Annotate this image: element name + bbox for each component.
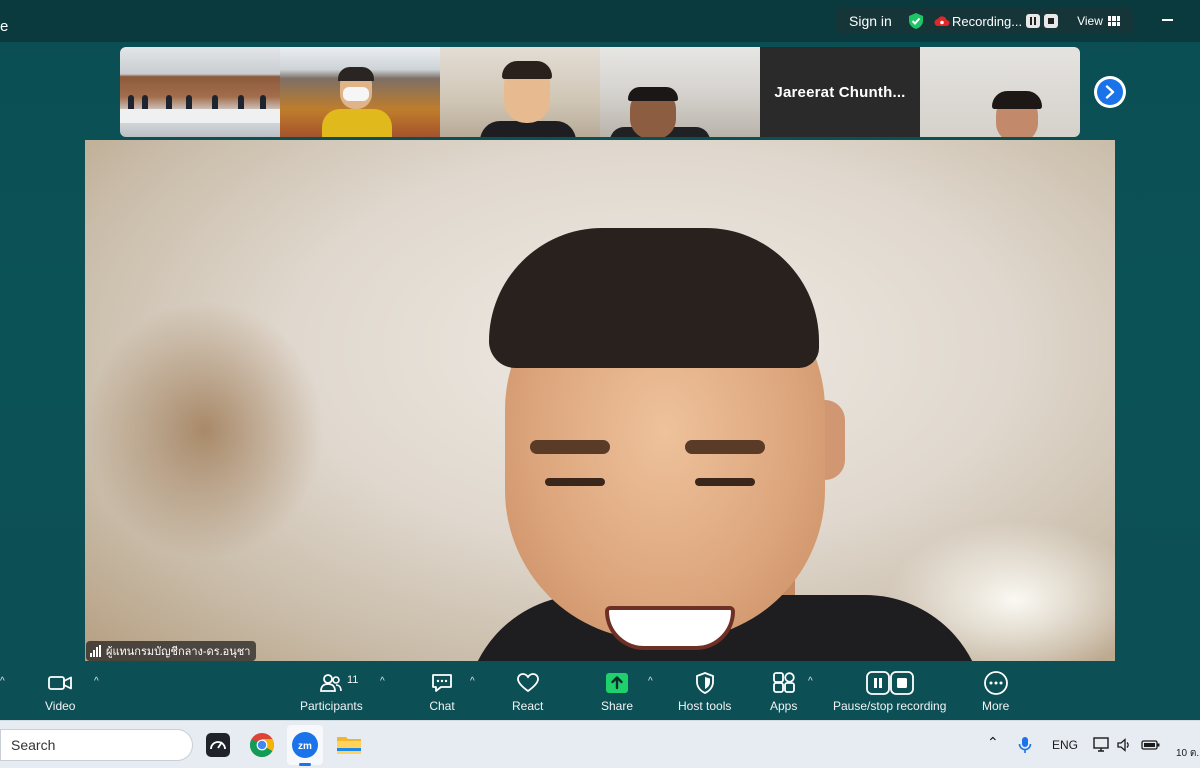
audio-options-caret[interactable]: ^ xyxy=(0,676,5,687)
more-icon xyxy=(983,671,1008,695)
chat-button[interactable]: Chat xyxy=(429,670,455,713)
speedometer-app-icon[interactable] xyxy=(203,730,233,760)
participant-thumbnail-glasses[interactable] xyxy=(600,47,760,137)
gallery-strip: Jareerat Chunth... xyxy=(120,47,1080,137)
microphone-icon[interactable] xyxy=(1018,736,1032,754)
chevron-right-icon xyxy=(1105,85,1115,99)
pause-stop-label: Pause/stop recording xyxy=(833,699,947,713)
pause-recording-button[interactable] xyxy=(1026,14,1041,28)
more-label: More xyxy=(982,699,1010,713)
view-label: View xyxy=(1077,14,1103,28)
battery-icon[interactable] xyxy=(1141,738,1161,752)
next-page-button[interactable] xyxy=(1094,76,1126,108)
system-clock[interactable]: 10 ต. xyxy=(1176,746,1199,761)
stop-recording-button[interactable] xyxy=(1044,14,1059,28)
apps-options-caret[interactable]: ^ xyxy=(808,676,813,687)
shield-icon xyxy=(695,672,714,694)
share-screen-icon xyxy=(606,673,629,693)
minimize-icon[interactable] xyxy=(1162,19,1173,21)
pause-stop-recording-button[interactable]: Pause/stop recording xyxy=(833,670,946,713)
meeting-toolbar: ^ Video ^ Participants 11 ^ Chat ^ React xyxy=(0,662,1200,718)
connection-signal-icon xyxy=(90,645,101,657)
chat-icon xyxy=(432,674,452,692)
host-tools-label: Host tools xyxy=(678,699,732,713)
share-button[interactable]: Share xyxy=(601,670,633,713)
volume-icon[interactable] xyxy=(1116,737,1132,753)
participant-thumbnail-smiling[interactable] xyxy=(440,47,600,137)
svg-text:zm: zm xyxy=(298,741,312,752)
video-label: Video xyxy=(45,699,76,713)
participants-options-caret[interactable]: ^ xyxy=(380,676,385,687)
video-button[interactable]: Video xyxy=(45,670,75,713)
participants-count: 11 xyxy=(347,674,359,686)
heart-icon xyxy=(516,673,539,693)
active-app-indicator xyxy=(299,763,311,766)
participant-thumbnail-masked[interactable] xyxy=(280,47,440,137)
speaker-name: ผู้แทนกรมบัญชีกลาง-ดร.อนุชา xyxy=(106,646,251,658)
input-language[interactable]: ENG xyxy=(1052,738,1078,752)
file-explorer-icon[interactable] xyxy=(334,730,364,760)
network-icon[interactable] xyxy=(1093,736,1111,754)
sign-in-button[interactable]: Sign in xyxy=(849,13,906,29)
share-options-caret[interactable]: ^ xyxy=(648,676,653,687)
pause-stop-icon xyxy=(865,671,914,695)
security-shield-icon[interactable] xyxy=(907,12,925,30)
apps-button[interactable]: Apps xyxy=(770,670,797,713)
host-tools-button[interactable]: Host tools xyxy=(678,670,731,713)
react-button[interactable]: React xyxy=(512,670,543,713)
participants-icon xyxy=(320,674,343,692)
video-camera-icon xyxy=(48,676,73,690)
more-button[interactable]: More xyxy=(982,670,1009,713)
active-speaker-video xyxy=(85,140,1115,661)
react-label: React xyxy=(512,699,544,713)
apps-icon xyxy=(772,672,795,693)
meeting-status-bar: Sign in Recording... View xyxy=(836,8,1133,34)
speaker-name-tag: ผู้แทนกรมบัญชีกลาง-ดร.อนุชา xyxy=(86,641,257,661)
chat-label: Chat xyxy=(429,699,455,713)
video-options-caret[interactable]: ^ xyxy=(94,676,99,687)
tray-expand-chevron-icon[interactable]: ⌃ xyxy=(987,734,999,751)
search-placeholder: Search xyxy=(11,737,56,753)
chat-options-caret[interactable]: ^ xyxy=(470,676,475,687)
share-label: Share xyxy=(601,699,634,713)
gallery-grid-icon xyxy=(1107,16,1120,26)
recording-status: Recording... xyxy=(952,13,1023,29)
window-title: e xyxy=(0,18,9,35)
windows-taskbar: Search zm ⌃ ENG 10 ต. xyxy=(0,720,1200,768)
apps-label: Apps xyxy=(770,699,798,713)
zoom-app-icon[interactable]: zm xyxy=(290,730,320,760)
cloud-recording-icon xyxy=(934,16,950,26)
chrome-icon[interactable] xyxy=(247,730,277,760)
taskbar-search-input[interactable]: Search xyxy=(0,729,193,761)
participant-thumbnail-name-only[interactable]: Jareerat Chunth... xyxy=(760,47,920,137)
participant-thumbnail-conference-room[interactable] xyxy=(120,47,280,137)
participants-label: Participants xyxy=(300,699,363,713)
title-bar: e Sign in Recording... View xyxy=(0,0,1200,42)
participant-name: Jareerat Chunth... xyxy=(774,83,906,101)
view-button[interactable]: View xyxy=(1077,14,1120,28)
participant-thumbnail-woman[interactable] xyxy=(920,47,1080,137)
